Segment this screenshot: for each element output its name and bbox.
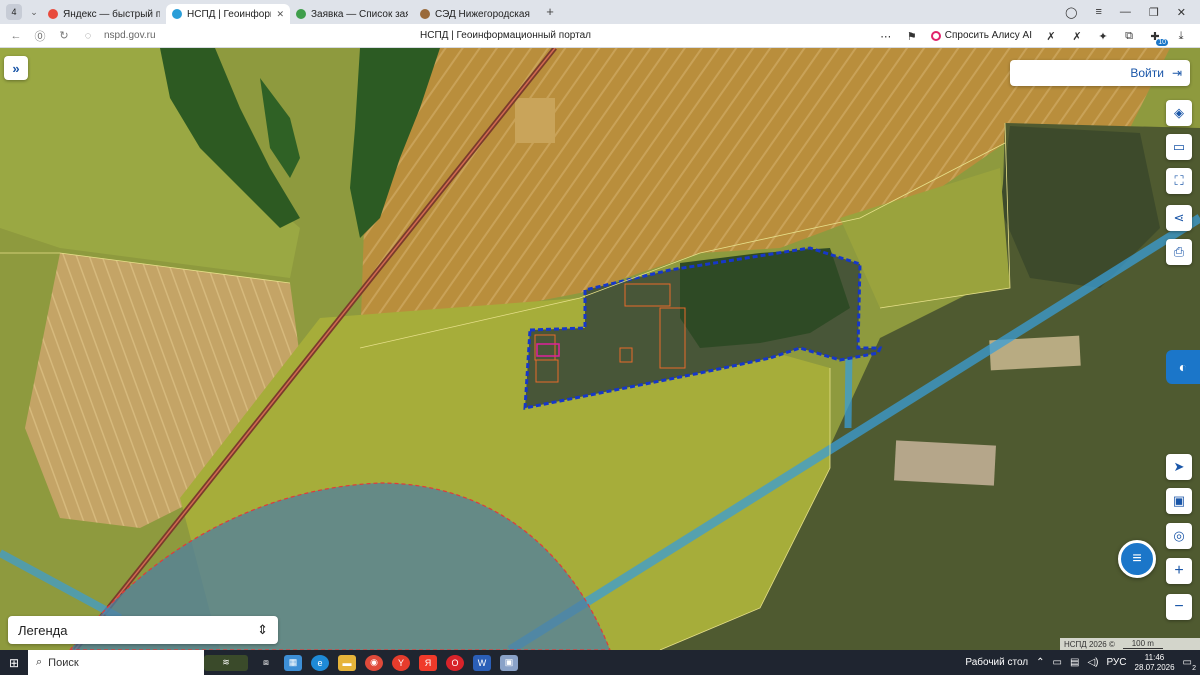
tab-title: Заявка — Список заявок [311,8,408,20]
geo-search-button[interactable]: ◎ [1166,523,1192,549]
extension-icon[interactable]: ✗ [1044,30,1058,43]
nspd-favicon-icon [172,9,182,19]
windows-taskbar: ⊞ ⌕ Поиск ≋ ⧈ ▦ e ▬ ◉ Y Я O W ▣ Рабочий … [0,650,1200,675]
date-text: 28.07.2026 [1134,662,1175,672]
page-title: НСПД | Геоинформационный портал [420,30,591,41]
search-icon: ⌕ [36,656,43,668]
desktop-label[interactable]: Рабочий стол [965,657,1028,668]
word-icon[interactable]: W [473,654,491,671]
browser-tab-bar: 4 ⌄ Яндекс — быстрый поиск НСПД | Геоинф… [0,0,1200,24]
collections-icon[interactable]: ⧉ [1122,30,1136,42]
assistant-side-tab[interactable]: ◐ [1166,350,1200,384]
chevron-down-icon[interactable]: ⌄ [26,7,42,18]
edge-icon[interactable]: e [311,654,329,671]
notifications-icon[interactable]: ▭ 2 [1183,657,1196,672]
more-icon[interactable]: ⋯ [879,30,893,43]
alice-label: Спросить Алису AI [944,30,1032,41]
opera-icon[interactable]: O [446,654,464,671]
login-icon: ⇥ [1171,66,1182,80]
tab-requests[interactable]: Заявка — Список заявок [290,4,414,24]
network-icon[interactable]: ▭ [1053,657,1062,668]
extension-badge-count: 10 [1156,38,1168,46]
legend-dropdown[interactable]: Легенда ⇕ [8,616,278,644]
app-icon[interactable]: ▦ [284,654,302,671]
tab-title: СЭД Нижегородская обл [435,8,532,20]
reload-icon[interactable]: ↻ [56,29,72,42]
chevron-updown-icon: ⇕ [257,622,268,637]
windows-start-icon[interactable]: ⊞ [0,656,28,670]
sed-favicon-icon [420,9,430,19]
chevron-up-icon[interactable]: ⌃ [1036,657,1044,668]
expand-panel-button[interactable]: » [4,56,28,80]
minimap-button[interactable]: ▣ [1166,488,1192,514]
yandex-favicon-icon [48,9,58,19]
zoom-out-button[interactable]: − [1166,594,1192,620]
puzzle-icon[interactable]: ✦ [1096,30,1110,43]
back-icon[interactable]: ← [8,30,24,42]
folder-tray-icon[interactable]: ▤ [1070,657,1079,668]
folder-icon[interactable]: ▬ [338,654,356,671]
tab-yandex[interactable]: Яндекс — быстрый поиск [42,4,166,24]
yandex-browser-icon[interactable]: Y [392,654,410,671]
chrome-icon[interactable]: ◉ [365,654,383,671]
login-label: Войти [1130,66,1164,80]
url-field[interactable]: nspd.gov.ru [104,30,304,41]
tab-count-badge[interactable]: 4 [6,4,22,20]
taskbar-search[interactable]: ⌕ Поиск [28,650,204,675]
locate-button[interactable]: ➤ [1166,454,1192,480]
share-button[interactable]: ⋖ [1166,205,1192,231]
zoom-in-button[interactable]: + [1166,558,1192,584]
volume-icon[interactable]: ◁) [1087,657,1098,668]
minimize-button[interactable]: — [1120,6,1131,19]
browser-address-bar: ← ⓪ ↻ ◌ nspd.gov.ru НСПД | Геоинформацио… [0,24,1200,48]
gmail-favicon-icon [296,9,306,19]
photo-app-icon[interactable]: ▣ [500,654,518,671]
task-view-icon[interactable]: ⧈ [257,655,275,671]
restore-button[interactable]: ❐ [1149,6,1159,19]
scale-bar: 100 m [1122,639,1163,649]
legend-label: Легенда [18,622,68,638]
print-button[interactable]: ⎙ [1166,239,1192,265]
menu-icon[interactable]: ≡ [1095,6,1101,19]
bookmark-icon[interactable]: ⚑ [905,30,919,43]
ruler-button[interactable]: ▭ [1166,134,1192,160]
language-indicator[interactable]: РУС [1106,657,1126,668]
map-canvas[interactable]: » Войти ⇥ ◈ ▭ ⛶ ⋖ ⎙ ◐ ➤ ▣ ◎ + − ≡ Легенд… [0,48,1200,650]
tab-title: Яндекс — быстрый поиск [63,8,160,20]
satellite-imagery [0,48,1200,650]
tab-sed[interactable]: СЭД Нижегородская обл [414,4,538,24]
protect-icon[interactable]: ⓪ [32,28,48,44]
notification-count: 2 [1192,665,1196,672]
close-icon[interactable]: ✕ [276,9,284,20]
select-area-button[interactable]: ⛶ [1166,168,1192,194]
extension-icon[interactable]: ✗ [1070,30,1084,43]
tab-nspd[interactable]: НСПД | Геоинформационный ✕ [166,4,290,24]
yandex-icon[interactable]: Я [419,654,437,671]
layers-button[interactable]: ◈ [1166,100,1192,126]
shield-icon: ◌ [84,29,92,42]
search-label: Поиск [48,656,79,669]
alice-icon [930,30,941,41]
clock[interactable]: 11:46 28.07.2026 [1135,653,1175,673]
close-window-button[interactable]: ✕ [1177,6,1186,19]
login-button[interactable]: Войти ⇥ [1010,60,1190,86]
new-tab-button[interactable]: + [542,4,558,20]
extension-badge-icon[interactable]: ✚ 10 [1148,30,1168,46]
map-attribution: НСПД 2026 © 100 m [1060,638,1200,650]
chat-button[interactable]: ≡ [1118,540,1156,578]
profile-icon[interactable]: ◯ [1065,6,1077,19]
alice-button[interactable]: Спросить Алису AI [930,30,1032,41]
tab-title: НСПД | Геоинформационный [187,8,271,20]
attribution-text: НСПД 2026 © [1064,639,1115,649]
download-icon[interactable]: ⤓ [1174,30,1188,42]
banner-icon[interactable]: ≋ [204,654,248,671]
time-text: 11:46 [1144,652,1165,662]
